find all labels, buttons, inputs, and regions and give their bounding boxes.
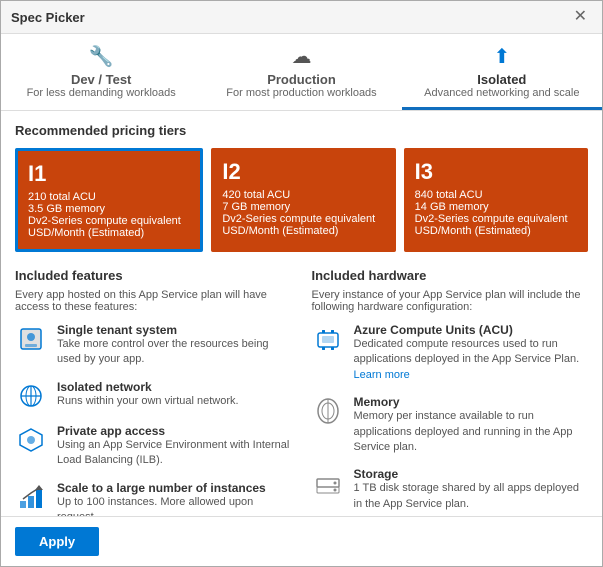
tier-i3[interactable]: I3 840 total ACU 14 GB memory Dv2-Series… — [404, 148, 588, 252]
learn-more-link[interactable]: Learn more — [354, 369, 410, 381]
private-access-text: Private app access Using an App Service … — [57, 424, 292, 469]
tab-isolated[interactable]: ⬆ Isolated Advanced networking and scale — [402, 34, 602, 110]
tab-production-title: Production — [209, 72, 393, 87]
feature-single-tenant: Single tenant system Take more control o… — [15, 323, 292, 368]
tier-i3-acu: 840 total ACU — [415, 189, 577, 201]
isolated-icon: ⬆ — [410, 44, 594, 69]
feature-scale: Scale to a large number of instances Up … — [15, 481, 292, 516]
memory-title: Memory — [354, 395, 589, 409]
features-column: Included features Every app hosted on th… — [15, 268, 292, 516]
cloud-icon: ☁ — [209, 44, 393, 69]
tier-i2-compute: Dv2-Series compute equivalent — [222, 213, 384, 225]
tier-i1[interactable]: I1 210 total ACU 3.5 GB memory Dv2-Serie… — [15, 148, 203, 252]
spec-picker-dialog: Spec Picker ✕ 🔧 Dev / Test For less dema… — [0, 0, 603, 567]
memory-icon — [312, 395, 344, 427]
tier-i3-label: I3 — [415, 159, 577, 185]
features-title: Included features — [15, 268, 292, 283]
tier-i2-memory: 7 GB memory — [222, 201, 384, 213]
pricing-tiers: I1 210 total ACU 3.5 GB memory Dv2-Serie… — [15, 148, 588, 252]
isolated-network-icon — [15, 380, 47, 412]
scale-title: Scale to a large number of instances — [57, 481, 292, 495]
isolated-network-title: Isolated network — [57, 380, 239, 394]
acu-desc: Dedicated compute resources used to run … — [354, 337, 589, 383]
hw-acu: Azure Compute Units (ACU) Dedicated comp… — [312, 323, 589, 383]
isolated-network-desc: Runs within your own virtual network. — [57, 394, 239, 409]
feature-private-access: Private app access Using an App Service … — [15, 424, 292, 469]
private-access-icon — [15, 424, 47, 456]
tier-i1-compute: Dv2-Series compute equivalent — [28, 215, 190, 227]
storage-text: Storage 1 TB disk storage shared by all … — [354, 467, 589, 512]
tier-i2-label: I2 — [222, 159, 384, 185]
two-columns: Included features Every app hosted on th… — [15, 268, 588, 516]
wrench-icon: 🔧 — [9, 44, 193, 69]
feature-isolated-network: Isolated network Runs within your own vi… — [15, 380, 292, 412]
tab-dev-test[interactable]: 🔧 Dev / Test For less demanding workload… — [1, 34, 201, 110]
footer: Apply — [1, 516, 602, 566]
pricing-section-title: Recommended pricing tiers — [15, 123, 588, 138]
hw-storage: Storage 1 TB disk storage shared by all … — [312, 467, 589, 512]
hardware-subtitle: Every instance of your App Service plan … — [312, 289, 589, 313]
tab-isolated-title: Isolated — [410, 72, 594, 87]
acu-icon — [312, 323, 344, 355]
tab-production[interactable]: ☁ Production For most production workloa… — [201, 34, 401, 110]
features-subtitle: Every app hosted on this App Service pla… — [15, 289, 292, 313]
main-content: Recommended pricing tiers I1 210 total A… — [1, 111, 602, 516]
memory-desc: Memory per instance available to run app… — [354, 409, 589, 455]
private-access-desc: Using an App Service Environment with In… — [57, 438, 292, 469]
acu-title: Azure Compute Units (ACU) — [354, 323, 589, 337]
scale-text: Scale to a large number of instances Up … — [57, 481, 292, 516]
tier-i2-price: USD/Month (Estimated) — [222, 225, 384, 237]
tier-i2-acu: 420 total ACU — [222, 189, 384, 201]
storage-title: Storage — [354, 467, 589, 481]
storage-icon — [312, 467, 344, 499]
acu-text: Azure Compute Units (ACU) Dedicated comp… — [354, 323, 589, 383]
tier-i1-label: I1 — [28, 161, 190, 187]
single-tenant-text: Single tenant system Take more control o… — [57, 323, 292, 368]
tab-dev-test-title: Dev / Test — [9, 72, 193, 87]
tier-i1-acu: 210 total ACU — [28, 191, 190, 203]
private-access-title: Private app access — [57, 424, 292, 438]
hardware-column: Included hardware Every instance of your… — [312, 268, 589, 516]
isolated-network-text: Isolated network Runs within your own vi… — [57, 380, 239, 409]
hw-memory: Memory Memory per instance available to … — [312, 395, 589, 455]
single-tenant-icon — [15, 323, 47, 355]
scale-desc: Up to 100 instances. More allowed upon r… — [57, 495, 292, 516]
tab-production-subtitle: For most production workloads — [209, 87, 393, 99]
tier-i1-price: USD/Month (Estimated) — [28, 227, 190, 239]
memory-text: Memory Memory per instance available to … — [354, 395, 589, 455]
hardware-title: Included hardware — [312, 268, 589, 283]
tier-i3-compute: Dv2-Series compute equivalent — [415, 213, 577, 225]
tier-i3-memory: 14 GB memory — [415, 201, 577, 213]
apply-button[interactable]: Apply — [15, 527, 99, 556]
tier-i3-price: USD/Month (Estimated) — [415, 225, 577, 237]
tabs-row: 🔧 Dev / Test For less demanding workload… — [1, 34, 602, 111]
title-bar: Spec Picker ✕ — [1, 1, 602, 34]
tier-i2[interactable]: I2 420 total ACU 7 GB memory Dv2-Series … — [211, 148, 395, 252]
scale-icon — [15, 481, 47, 513]
tab-isolated-subtitle: Advanced networking and scale — [410, 87, 594, 99]
single-tenant-title: Single tenant system — [57, 323, 292, 337]
close-button[interactable]: ✕ — [569, 7, 592, 27]
dialog-title: Spec Picker — [11, 10, 85, 25]
single-tenant-desc: Take more control over the resources bei… — [57, 337, 292, 368]
tab-dev-test-subtitle: For less demanding workloads — [9, 87, 193, 99]
storage-desc: 1 TB disk storage shared by all apps dep… — [354, 481, 589, 512]
tier-i1-memory: 3.5 GB memory — [28, 203, 190, 215]
